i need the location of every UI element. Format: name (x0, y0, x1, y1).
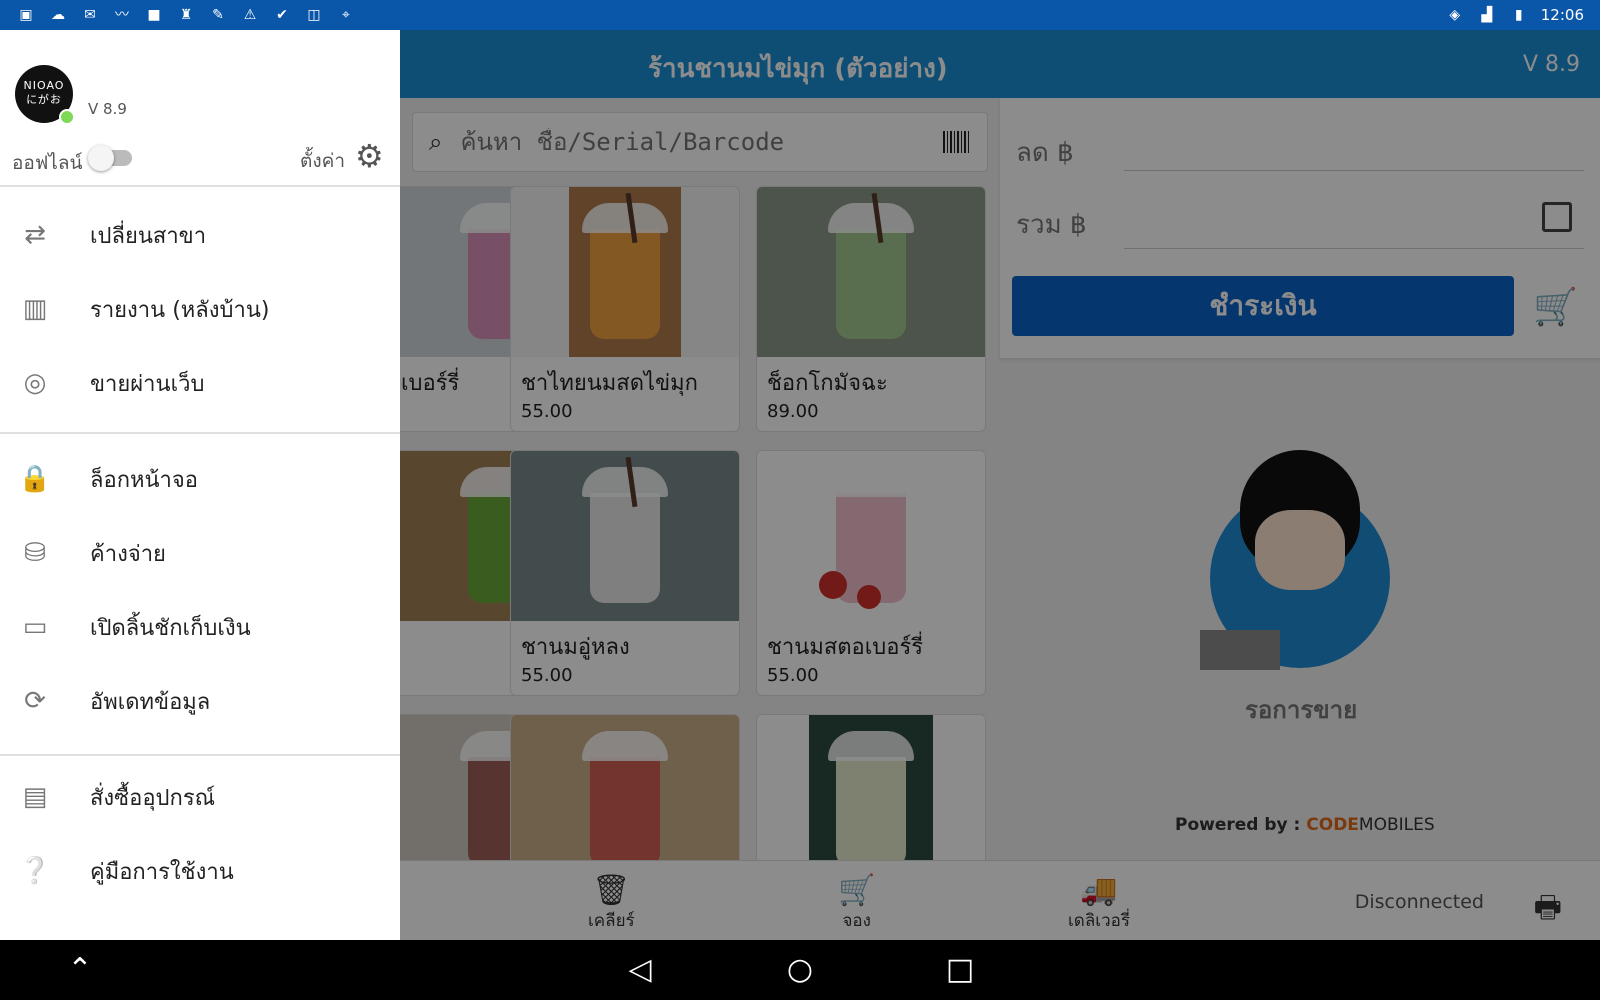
menu-item-report[interactable]: ▥ รายงาน (หลังบ้าน) (0, 276, 400, 342)
web-browser-icon: ◎ (23, 368, 47, 398)
menu-item-user-manual[interactable]: ❔ คู่มือการใช้งาน (0, 838, 400, 904)
logo-text-jp: にがお (26, 93, 62, 106)
offline-mode-label: ออฟไลน์ (12, 152, 83, 174)
lock-icon: 🔒 (18, 464, 52, 494)
wifi-icon: ◈ (1449, 7, 1461, 23)
system-navigation-bar: ⌃ ◁ ○ □ (0, 940, 1600, 1000)
navigation-drawer: NIOAO にがお V 8.9 ออฟไลน์ ตั้งค่า ⚙ ⇄ เปลี… (0, 30, 400, 940)
settings-label[interactable]: ตั้งค่า (300, 146, 345, 176)
menu-item-label: ล็อกหน้าจอ (90, 467, 199, 493)
clock: 12:06 (1540, 6, 1584, 24)
notification-icons: ▣ ☁ ✉ 〰 ■ ♜ ✎ ⚠ ✔ ◫ ⌖ (16, 6, 356, 24)
warning-icon: ⚠ (243, 7, 257, 23)
menu-item-label: อัพเดทข้อมูล (90, 689, 211, 715)
status-bar: ▣ ☁ ✉ 〰 ■ ♜ ✎ ⚠ ✔ ◫ ⌖ ◈ ▟ ▮ 12:06 (0, 0, 1600, 30)
board-icon: ◫ (307, 7, 321, 23)
help-book-icon: ❔ (18, 856, 52, 886)
check-icon: ✔ (276, 7, 288, 23)
gear-icon[interactable]: ⚙ (355, 139, 384, 173)
cash-drawer-icon: ▭ (22, 612, 48, 642)
menu-item-change-branch[interactable]: ⇄ เปลี่ยนสาขา (0, 202, 400, 268)
cash-register-icon: ▤ (22, 782, 48, 812)
divider (0, 185, 400, 187)
recent-apps-icon[interactable]: □ (940, 952, 980, 988)
menu-item-label: เปิดลิ้นชักเก็บเงิน (90, 615, 251, 641)
menu-item-label: เปลี่ยนสาขา (90, 223, 207, 249)
divider (0, 432, 400, 434)
sync-icon: ⟳ (24, 686, 46, 716)
signal-icon: ▟ (1481, 7, 1493, 23)
person-icon: ♜ (179, 7, 193, 23)
drawer-version: V 8.9 (88, 100, 127, 118)
menu-item-sell-via-web[interactable]: ◎ ขายผ่านเว็บ (0, 350, 400, 416)
menu-item-label: คู่มือการใช้งาน (90, 859, 234, 885)
menu-item-label: สั่งซื้ออุปกรณ์ (90, 785, 216, 811)
wrench-icon: ✎ (212, 7, 224, 23)
online-status-dot (59, 109, 75, 125)
image-icon: ▣ (19, 7, 33, 23)
trend-icon: 〰 (115, 7, 129, 23)
menu-item-order-equipment[interactable]: ▤ สั่งซื้ออุปกรณ์ (0, 764, 400, 830)
menu-item-update-data[interactable]: ⟳ อัพเดทข้อมูล (0, 668, 400, 734)
toggle-knob (88, 145, 114, 171)
expand-up-icon[interactable]: ⌃ (60, 952, 100, 988)
swap-icon: ⇄ (24, 220, 46, 250)
divider (0, 754, 400, 756)
menu-item-label: รายงาน (หลังบ้าน) (90, 297, 270, 323)
home-icon[interactable]: ○ (780, 952, 820, 988)
square-icon: ■ (147, 7, 161, 23)
menu-item-label: ขายผ่านเว็บ (90, 371, 205, 397)
battery-icon: ▮ (1514, 7, 1523, 23)
menu-item-outstanding-payment[interactable]: ⛁ ค้างจ่าย (0, 520, 400, 586)
menu-item-label: ค้างจ่าย (90, 541, 166, 567)
report-chart-icon: ▥ (22, 294, 48, 324)
mail-icon: ✉ (84, 7, 96, 23)
menu-item-lock-screen[interactable]: 🔒 ล็อกหน้าจอ (0, 446, 400, 512)
system-indicators: ◈ ▟ ▮ 12:06 (1445, 6, 1584, 24)
logo-text: NIOAO (23, 79, 65, 92)
menu-item-open-cash-drawer[interactable]: ▭ เปิดลิ้นชักเก็บเงิน (0, 594, 400, 660)
coins-clock-icon: ⛁ (24, 538, 46, 568)
weather-icon: ☁ (51, 7, 65, 23)
offline-mode-toggle[interactable] (88, 145, 132, 171)
back-icon[interactable]: ◁ (620, 952, 660, 988)
location-icon: ⌖ (342, 7, 350, 23)
